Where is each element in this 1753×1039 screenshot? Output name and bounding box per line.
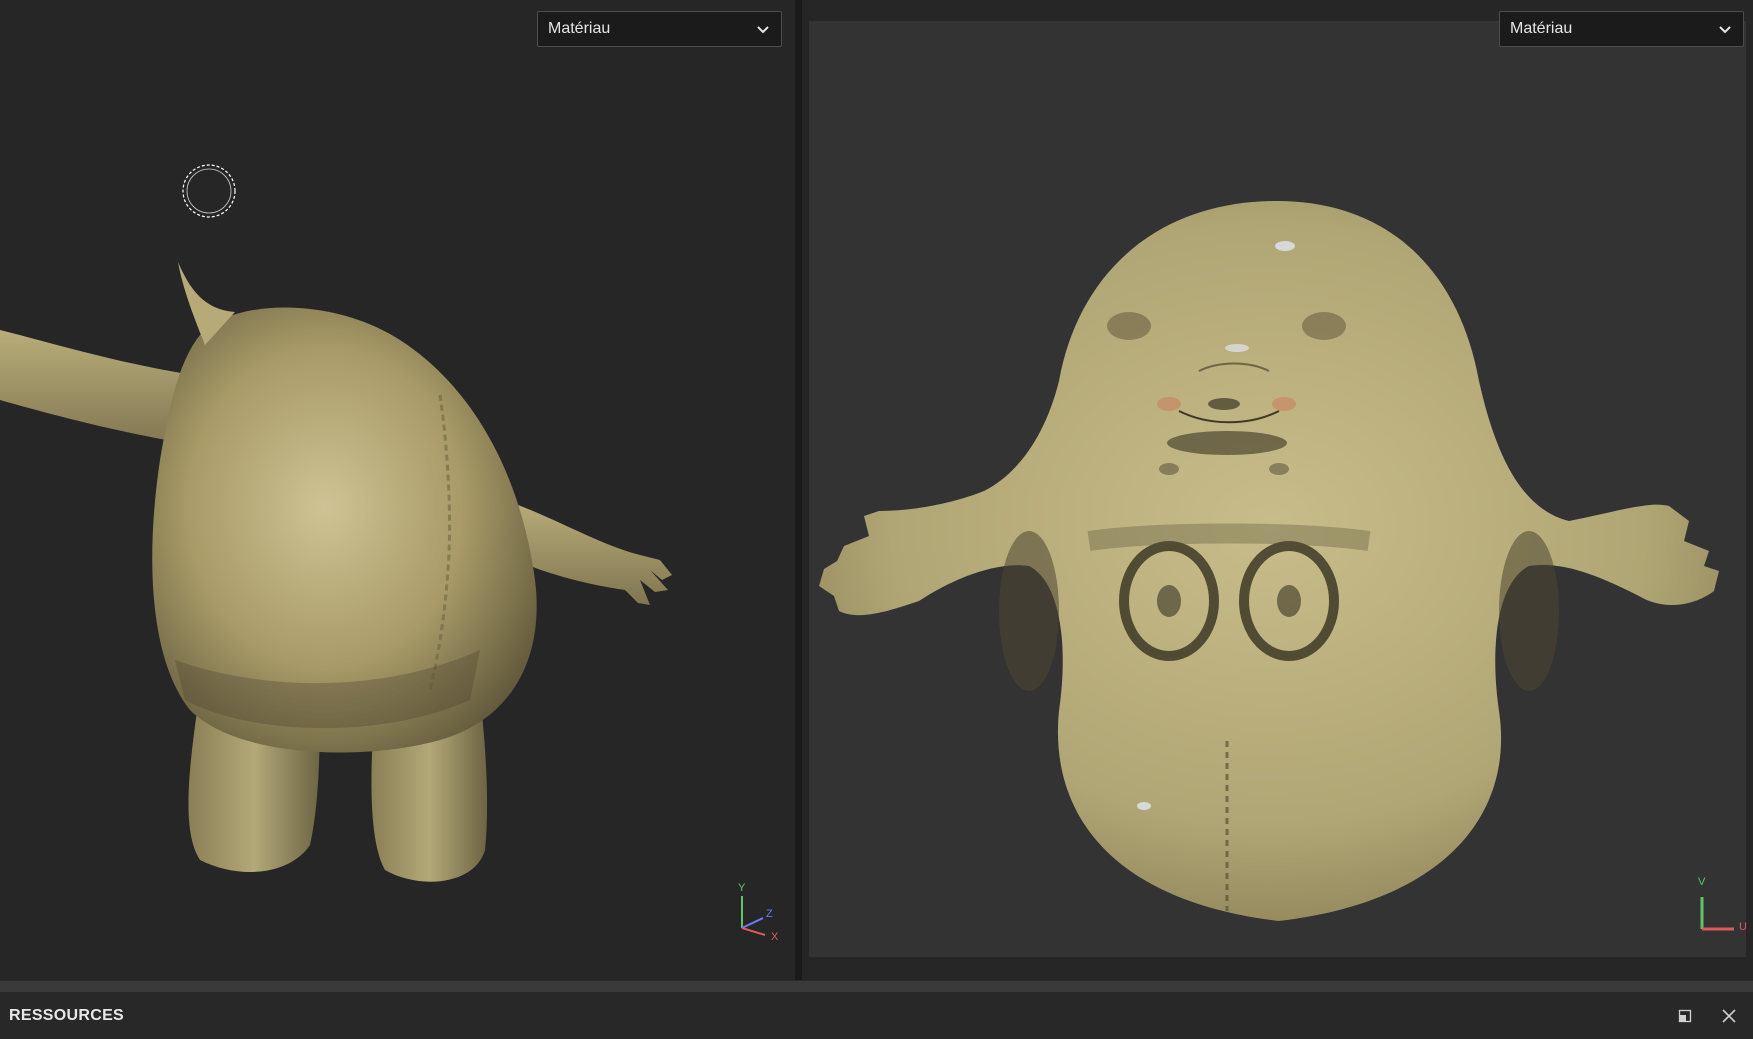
uv-texture-map[interactable]: [809, 21, 1746, 957]
viewport-3d[interactable]: Matériau Y Z X: [0, 0, 795, 980]
axis-label-z: Z: [766, 908, 773, 920]
undock-button[interactable]: [1675, 1006, 1695, 1026]
material-dropdown-3d[interactable]: Matériau: [537, 11, 782, 47]
uv-axis-label-u: U: [1739, 921, 1747, 933]
brush-cursor-icon: [182, 164, 236, 218]
close-panel-button[interactable]: [1719, 1006, 1739, 1026]
axis-label-y: Y: [738, 882, 746, 894]
viewport-2d-uv[interactable]: Matériau V U: [802, 0, 1753, 980]
axis-gizmo-3d: Y Z X: [738, 882, 779, 940]
uv-axis-gizmo: V U: [1698, 876, 1747, 933]
material-dropdown-2d[interactable]: Matériau: [1499, 11, 1744, 47]
material-dropdown-2d-label: Matériau: [1510, 20, 1573, 37]
character-model-3d[interactable]: [0, 0, 795, 980]
uv-island-body: [819, 201, 1719, 921]
uv-nose: [1208, 398, 1240, 410]
uv-eye-right: [1302, 312, 1346, 340]
close-icon: [1722, 1008, 1736, 1023]
panel-resize-handle[interactable]: [0, 980, 1753, 992]
chevron-down-icon: [1719, 26, 1731, 34]
uv-canvas[interactable]: [809, 21, 1746, 957]
undock-icon: [1678, 1009, 1692, 1022]
axis-label-x: X: [771, 931, 779, 940]
uv-eye-left: [1107, 312, 1151, 340]
resources-panel-header: RESSOURCES: [0, 992, 1753, 1039]
chevron-down-icon: [757, 26, 769, 34]
uv-axis-label-v: V: [1698, 876, 1706, 888]
viewport-splitter[interactable]: [795, 0, 802, 980]
uv-mouth: [1167, 431, 1287, 455]
resources-panel-title: RESSOURCES: [9, 1006, 125, 1024]
material-dropdown-3d-label: Matériau: [548, 20, 611, 37]
texture-painter-window: Matériau Y Z X Matériau V U RESSOURCES: [0, 0, 1753, 1039]
